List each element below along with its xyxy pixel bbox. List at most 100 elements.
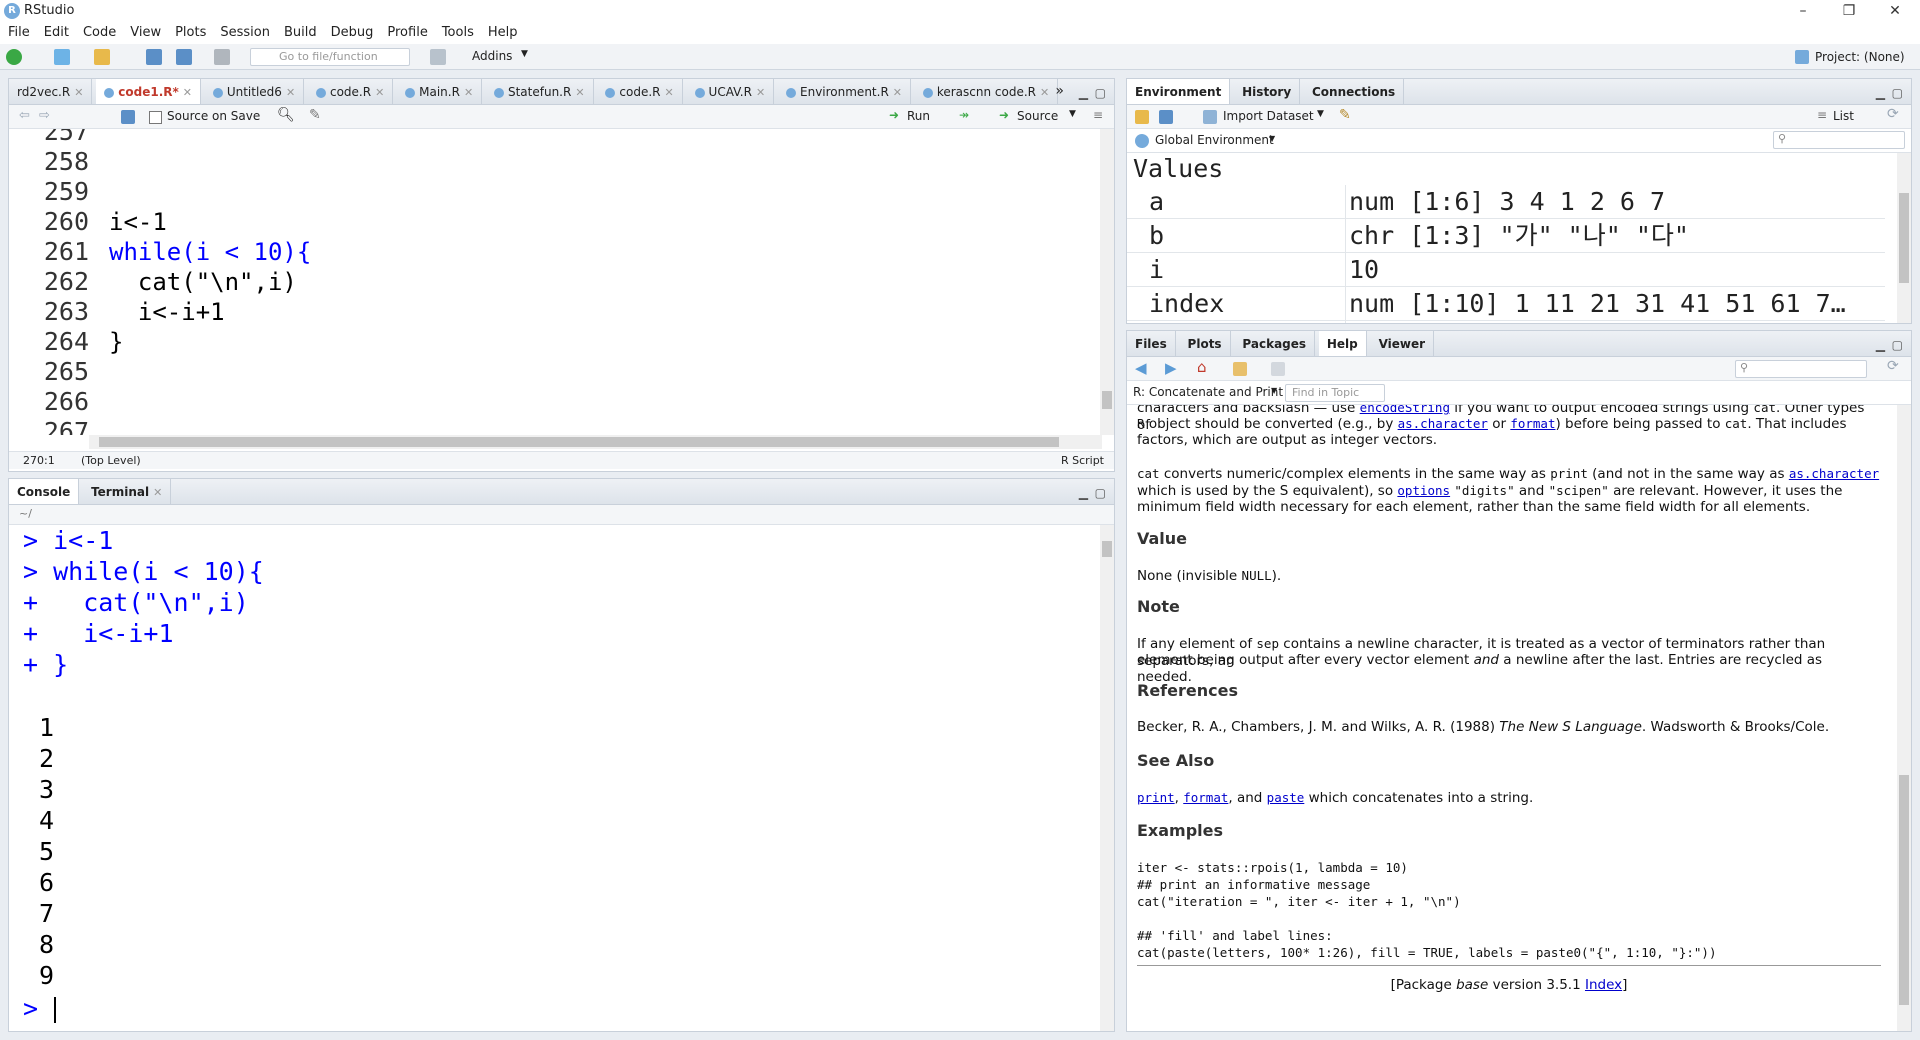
help-vscrollbar[interactable] <box>1897 405 1911 1031</box>
print-icon[interactable] <box>1233 362 1247 376</box>
editor-tab[interactable]: Main.R ✕ <box>397 79 483 104</box>
save-all-icon[interactable] <box>176 49 192 65</box>
console-output[interactable]: > i<-1 > while(i < 10){ + cat("\n",i) + … <box>9 525 1102 1031</box>
link-options[interactable]: options <box>1397 483 1450 498</box>
tab-history[interactable]: History <box>1234 79 1301 104</box>
menu-profile[interactable]: Profile <box>387 22 427 44</box>
menu-edit[interactable]: Edit <box>44 22 69 44</box>
minimize-pane-icon[interactable]: ▁ <box>1876 338 1885 352</box>
environment-scope-selector[interactable]: Global Environment <box>1155 133 1274 147</box>
import-dataset-button[interactable]: Import Dataset <box>1223 109 1314 123</box>
tab-viewer[interactable]: Viewer <box>1371 331 1435 356</box>
help-search-input[interactable]: ⚲ <box>1735 360 1867 378</box>
link-format[interactable]: format <box>1510 416 1555 431</box>
editor-tab[interactable]: code.R ✕ <box>308 79 394 104</box>
workspace-panes-icon[interactable] <box>430 49 446 65</box>
link-format[interactable]: format <box>1183 790 1228 805</box>
link-encodestring[interactable]: encodeString <box>1360 405 1450 415</box>
project-menu[interactable]: Project: (None) <box>1815 50 1905 64</box>
maximize-pane-icon[interactable]: ▢ <box>1095 86 1106 100</box>
link-print[interactable]: print <box>1137 790 1175 805</box>
editor-vscrollbar[interactable] <box>1100 129 1114 435</box>
menu-code[interactable]: Code <box>83 22 116 44</box>
menu-help[interactable]: Help <box>488 22 518 44</box>
find-in-topic-input[interactable]: Find in Topic <box>1285 384 1385 402</box>
editor-tab[interactable]: rd2vec.R ✕ <box>9 79 93 104</box>
minimize-pane-icon[interactable]: ▁ <box>1079 486 1088 500</box>
menu-plots[interactable]: Plots <box>175 22 206 44</box>
maximize-pane-icon[interactable]: ▢ <box>1892 338 1903 352</box>
env-row[interactable]: i 10 <box>1127 253 1885 287</box>
help-topic-selector[interactable]: R: Concatenate and Print <box>1133 385 1283 399</box>
link-paste[interactable]: paste <box>1267 790 1305 805</box>
maximize-pane-icon[interactable]: ▢ <box>1095 486 1106 500</box>
menu-build[interactable]: Build <box>284 22 317 44</box>
tab-help[interactable]: Help <box>1318 331 1367 356</box>
link-as-character[interactable]: as.character <box>1789 466 1879 481</box>
environment-vscrollbar[interactable] <box>1897 153 1911 323</box>
environment-search-input[interactable]: ⚲ <box>1773 131 1905 149</box>
load-workspace-icon[interactable] <box>1135 110 1149 124</box>
editor-tab[interactable]: kerascnn code.R ✕ <box>915 79 1059 104</box>
menu-file[interactable]: File <box>8 22 30 44</box>
minimize-pane-icon[interactable]: ▁ <box>1079 86 1088 100</box>
close-window-button[interactable]: ✕ <box>1872 0 1918 22</box>
minimize-button[interactable]: – <box>1780 0 1826 22</box>
rerun-icon[interactable]: ↠ <box>959 108 969 122</box>
tab-packages[interactable]: Packages <box>1234 331 1316 356</box>
import-dataset-icon[interactable] <box>1203 110 1217 124</box>
addins-dropdown-icon[interactable]: ▼ <box>521 49 528 59</box>
back-arrow-icon[interactable]: ◀ <box>1135 359 1147 377</box>
print-icon[interactable] <box>214 49 230 65</box>
link-as-character[interactable]: as.character <box>1398 416 1488 431</box>
tab-connections[interactable]: Connections <box>1304 79 1405 104</box>
console-vscrollbar[interactable] <box>1100 525 1114 1031</box>
maximize-pane-icon[interactable]: ▢ <box>1892 86 1903 100</box>
forward-arrow-icon[interactable]: ▶ <box>1165 359 1177 377</box>
save-workspace-icon[interactable] <box>1159 110 1173 124</box>
back-arrow-icon[interactable]: ⇦ <box>19 108 30 123</box>
topic-dropdown-icon[interactable]: ▼ <box>1271 386 1277 395</box>
source-dropdown-icon[interactable]: ▼ <box>1069 109 1076 119</box>
restore-button[interactable]: ❐ <box>1826 0 1872 22</box>
list-view-icon[interactable]: ≡ <box>1817 108 1827 122</box>
tab-environment[interactable]: Environment <box>1127 79 1231 104</box>
menu-session[interactable]: Session <box>220 22 270 44</box>
save-icon[interactable] <box>121 110 135 124</box>
new-project-icon[interactable] <box>54 49 70 65</box>
forward-arrow-icon[interactable]: ⇨ <box>39 108 50 123</box>
link-index[interactable]: Index <box>1585 977 1622 993</box>
home-icon[interactable]: ⌂ <box>1197 358 1207 376</box>
source-icon[interactable]: ➜ <box>999 108 1009 122</box>
search-icon[interactable]: 🔍︎ <box>277 107 295 123</box>
code-area[interactable]: 257 258 259 260 i<-1 261 while(i < 10){ 26… <box>9 129 1102 435</box>
editor-tab[interactable]: UCAV.R ✕ <box>687 79 775 104</box>
env-row[interactable]: a num [1:6] 3 4 1 2 6 7 <box>1127 185 1885 219</box>
code-tools-icon[interactable]: ✎ <box>309 107 321 123</box>
clear-workspace-icon[interactable]: ✎ <box>1339 107 1351 123</box>
editor-tab[interactable]: Environment.R ✕ <box>778 79 911 104</box>
source-on-save-checkbox[interactable] <box>149 111 162 124</box>
editor-tab[interactable]: code.R ✕ <box>597 79 683 104</box>
open-in-window-icon[interactable] <box>1271 362 1285 376</box>
run-button[interactable]: Run <box>907 109 930 123</box>
menu-tools[interactable]: Tools <box>442 22 474 44</box>
outline-icon[interactable]: ≡ <box>1093 108 1103 122</box>
editor-hscrollbar[interactable] <box>89 435 1102 449</box>
minimize-pane-icon[interactable]: ▁ <box>1876 86 1885 100</box>
env-row[interactable]: b chr [1:3] "가" "나" "다" <box>1127 219 1885 253</box>
import-dropdown-icon[interactable]: ▼ <box>1317 109 1324 119</box>
filetype-selector[interactable]: R Script <box>1061 452 1104 470</box>
tab-console[interactable]: Console <box>9 479 80 504</box>
scope-dropdown-icon[interactable]: ▼ <box>1269 134 1275 143</box>
view-mode-selector[interactable]: List <box>1833 109 1854 123</box>
addins-menu[interactable]: Addins <box>472 49 512 63</box>
tab-plots[interactable]: Plots <box>1180 331 1231 356</box>
run-icon[interactable]: ➜ <box>889 108 899 122</box>
editor-tab-active[interactable]: code1.R* ✕ <box>96 79 201 104</box>
env-row[interactable]: index num [1:10] 1 11 21 31 41 51 61 7… <box>1127 287 1885 321</box>
tab-files[interactable]: Files <box>1127 331 1176 356</box>
console-prompt[interactable]: > <box>23 993 57 1024</box>
more-tabs-icon[interactable]: » <box>1055 83 1064 99</box>
editor-tab[interactable]: Statefun.R ✕ <box>486 79 594 104</box>
